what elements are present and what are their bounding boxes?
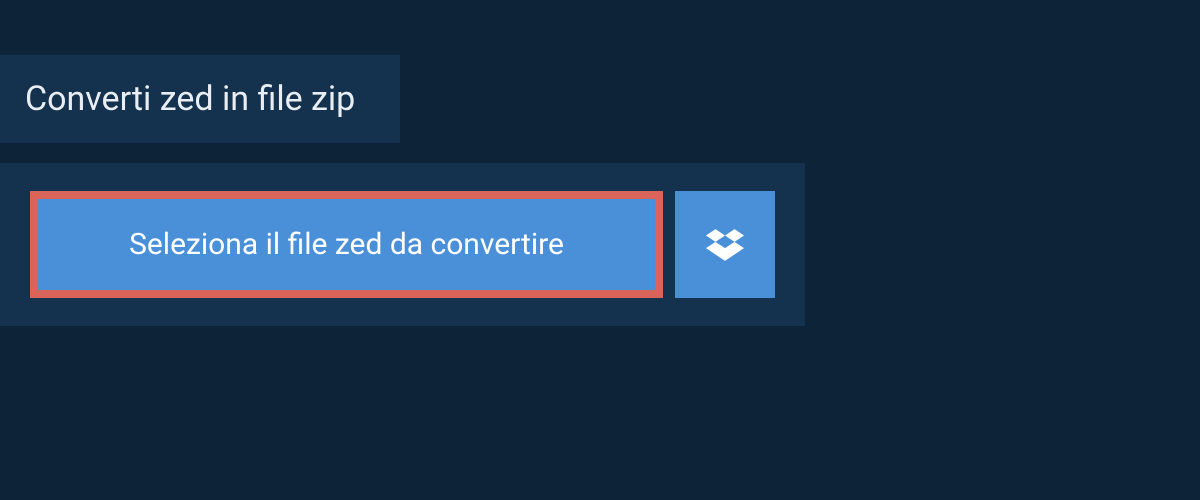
select-file-label: Seleziona il file zed da convertire (129, 227, 564, 262)
dropbox-button[interactable] (675, 191, 775, 298)
tab-header: Converti zed in file zip (0, 55, 400, 143)
dropbox-icon (706, 226, 744, 264)
page-title: Converti zed in file zip (25, 79, 355, 119)
select-file-button[interactable]: Seleziona il file zed da convertire (30, 191, 663, 298)
upload-panel: Seleziona il file zed da convertire (0, 163, 805, 326)
